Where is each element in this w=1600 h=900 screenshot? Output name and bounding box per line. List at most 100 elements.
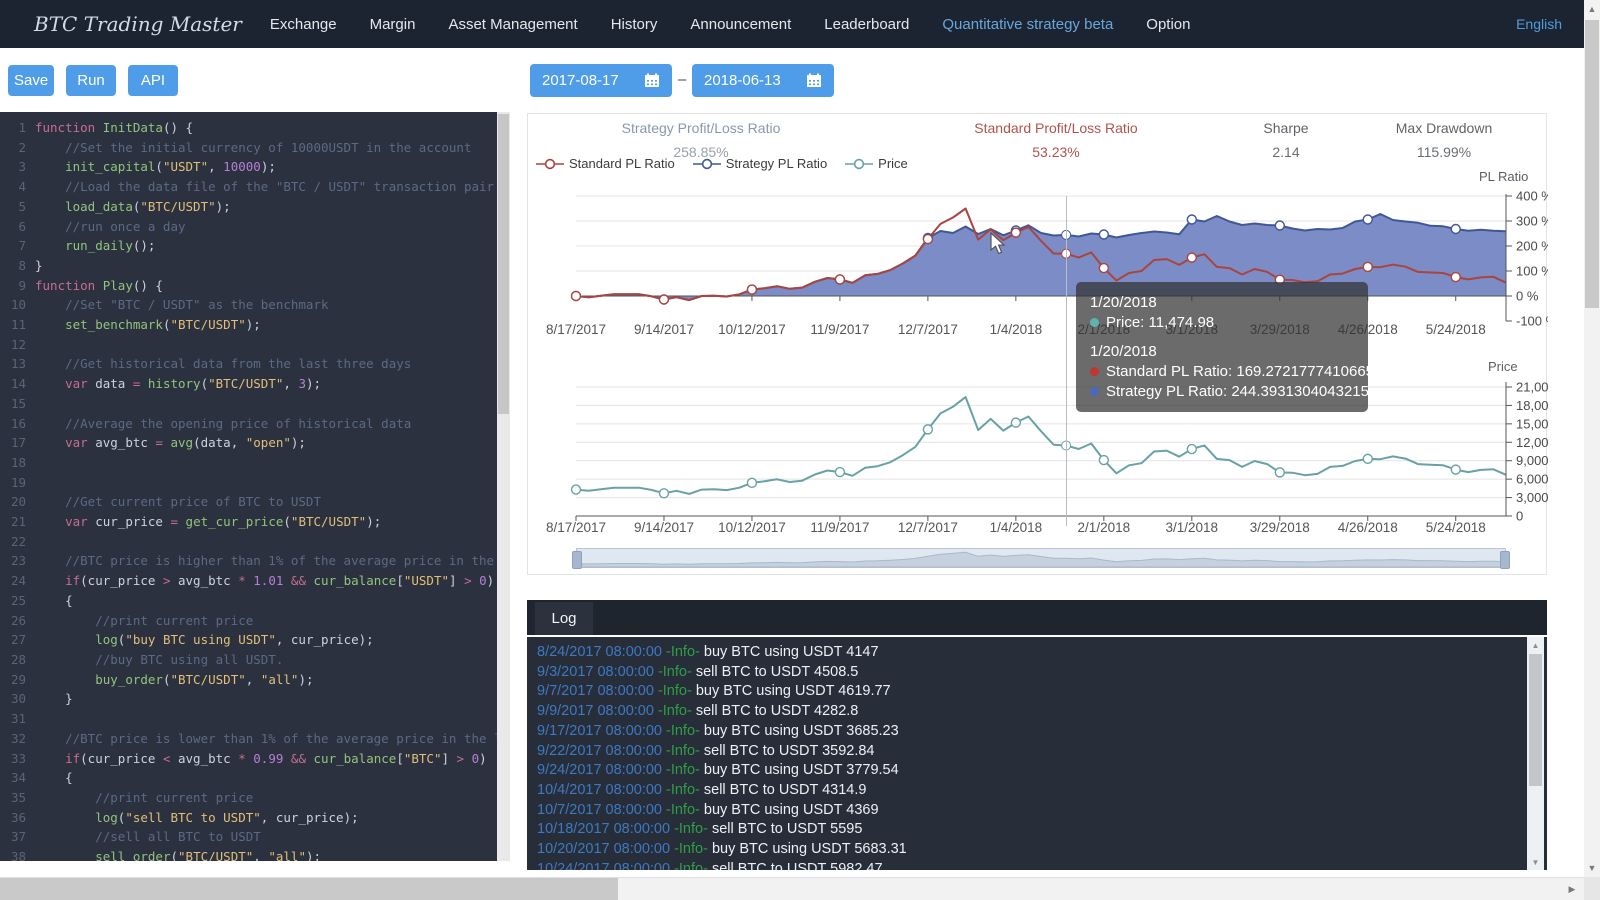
start-date-picker[interactable]: 2017-08-17 bbox=[530, 64, 672, 97]
line-number: 7 bbox=[0, 236, 26, 256]
line-number: 11 bbox=[0, 315, 26, 335]
legend-item-standard-pl-ratio[interactable]: Standard PL Ratio bbox=[536, 156, 675, 171]
log-scrollbar-thumb[interactable] bbox=[1529, 654, 1542, 786]
top-navbar: BTC Trading Master Exchange Margin Asset M… bbox=[0, 0, 1600, 48]
end-date-picker[interactable]: 2018-06-13 bbox=[692, 64, 834, 97]
log-tab-strip: Log bbox=[527, 600, 1547, 637]
scroll-down-icon[interactable]: ▼ bbox=[1584, 860, 1600, 876]
line-number: 8 bbox=[0, 256, 26, 276]
nav-item-history[interactable]: History bbox=[611, 16, 658, 33]
svg-text:3,000: 3,000 bbox=[1516, 490, 1548, 505]
code-line: 23 //BTC price is higher than 1% of the … bbox=[0, 551, 497, 571]
line-number: 29 bbox=[0, 670, 26, 690]
code-editor[interactable]: 1function InitData() {2 //Set the initia… bbox=[0, 112, 497, 861]
line-number: 16 bbox=[0, 414, 26, 434]
code-line: 25 { bbox=[0, 591, 497, 611]
legend-item-strategy-pl-ratio[interactable]: Strategy PL Ratio bbox=[693, 156, 827, 171]
code-line: 30 } bbox=[0, 689, 497, 709]
log-row: 9/9/2017 08:00:00 -Info- sell BTC to USD… bbox=[537, 702, 1517, 722]
line-number: 10 bbox=[0, 295, 26, 315]
nav-menu: Exchange Margin Asset Management History Ann… bbox=[270, 16, 1191, 33]
log-panel: Log 8/24/2017 08:00:00 -Info- buy BTC us… bbox=[527, 600, 1547, 870]
code-line: 28 //buy BTC using all USDT. bbox=[0, 650, 497, 670]
svg-text:21,000: 21,000 bbox=[1516, 380, 1548, 395]
line-number: 5 bbox=[0, 197, 26, 217]
log-row: 9/17/2017 08:00:00 -Info- buy BTC using … bbox=[537, 722, 1517, 742]
line-number: 19 bbox=[0, 473, 26, 493]
scroll-up-icon[interactable]: ▲ bbox=[1584, 1, 1600, 17]
log-scroll-up-icon[interactable]: ▲ bbox=[1527, 638, 1544, 652]
log-row: 10/4/2017 08:00:00 -Info- sell BTC to US… bbox=[537, 781, 1517, 801]
editor-scrollbar-thumb[interactable] bbox=[498, 114, 509, 414]
tooltip-date-2: 1/20/2018 bbox=[1090, 343, 1354, 360]
scroll-right-icon[interactable]: ▶ bbox=[1562, 878, 1582, 900]
line-number: 17 bbox=[0, 433, 26, 453]
nav-item-leaderboard[interactable]: Leaderboard bbox=[824, 16, 909, 33]
svg-text:12/7/2017: 12/7/2017 bbox=[898, 322, 958, 337]
svg-text:18,000: 18,000 bbox=[1516, 398, 1548, 413]
svg-text:300 %: 300 % bbox=[1516, 214, 1548, 229]
data-zoom-left-handle[interactable] bbox=[572, 551, 582, 569]
data-zoom-slider[interactable] bbox=[576, 548, 1506, 570]
nav-item-exchange[interactable]: Exchange bbox=[270, 16, 337, 33]
code-line: 20 //Get current price of BTC to USDT bbox=[0, 492, 497, 512]
code-line: 32 //BTC price is lower than 1% of the a… bbox=[0, 729, 497, 749]
stat-standard-profit-loss-ratio: Standard Profit/Loss Ratio53.23% bbox=[974, 120, 1137, 160]
code-line: 26 //print current price bbox=[0, 611, 497, 631]
code-line: 9function Play() { bbox=[0, 276, 497, 296]
legend-item-price[interactable]: Price bbox=[845, 156, 908, 171]
nav-item-asset-management[interactable]: Asset Management bbox=[448, 16, 577, 33]
svg-text:12,000: 12,000 bbox=[1516, 435, 1548, 450]
code-line: 10 //Set "BTC / USDT" as the benchmark bbox=[0, 295, 497, 315]
api-button[interactable]: API bbox=[128, 65, 178, 96]
pl-ratio-chart[interactable]: 400 %300 %200 %100 %0 %-100 %8/17/20179/… bbox=[528, 184, 1548, 349]
svg-text:3/29/2018: 3/29/2018 bbox=[1250, 520, 1310, 535]
price-series-dot-icon bbox=[1090, 318, 1099, 327]
svg-text:8/17/2017: 8/17/2017 bbox=[546, 322, 606, 337]
line-number: 27 bbox=[0, 630, 26, 650]
svg-text:9/14/2017: 9/14/2017 bbox=[634, 322, 694, 337]
line-number: 6 bbox=[0, 217, 26, 237]
code-line: 16 //Average the opening price of histor… bbox=[0, 414, 497, 434]
vertical-scrollbar-thumb[interactable] bbox=[1585, 20, 1599, 308]
nav-item-option[interactable]: Option bbox=[1146, 16, 1190, 33]
code-line: 31 bbox=[0, 709, 497, 729]
line-number: 26 bbox=[0, 611, 26, 631]
window-vertical-scrollbar[interactable]: ▲ ▼ bbox=[1584, 0, 1600, 877]
log-tab[interactable]: Log bbox=[535, 602, 593, 635]
svg-text:2/1/2018: 2/1/2018 bbox=[1078, 520, 1131, 535]
window-horizontal-scrollbar[interactable]: ▶ bbox=[0, 877, 1584, 900]
save-button[interactable]: Save bbox=[8, 65, 54, 96]
code-line: 4 //Load the data file of the "BTC / USD… bbox=[0, 177, 497, 197]
line-number: 32 bbox=[0, 729, 26, 749]
brand-logo: BTC Trading Master bbox=[34, 12, 242, 36]
run-button[interactable]: Run bbox=[66, 65, 116, 96]
svg-text:400 %: 400 % bbox=[1516, 189, 1548, 204]
line-number: 9 bbox=[0, 276, 26, 296]
chart-tooltip: 1/20/2018 Price: 11,474.98 1/20/2018 Sta… bbox=[1076, 282, 1368, 412]
line-number: 1 bbox=[0, 118, 26, 138]
svg-text:11/9/2017: 11/9/2017 bbox=[810, 322, 869, 337]
nav-item-quantitative-strategy-beta[interactable]: Quantitative strategy beta bbox=[942, 16, 1113, 33]
line-number: 23 bbox=[0, 551, 26, 571]
svg-text:6,000: 6,000 bbox=[1516, 472, 1548, 487]
stat-sharpe: Sharpe2.14 bbox=[1263, 120, 1308, 160]
svg-text:200 %: 200 % bbox=[1516, 239, 1548, 254]
line-number: 37 bbox=[0, 827, 26, 847]
editor-scrollbar[interactable] bbox=[497, 112, 510, 861]
log-scrollbar[interactable]: ▲ ▼ bbox=[1527, 637, 1544, 870]
line-number: 25 bbox=[0, 591, 26, 611]
code-line: 27 log("buy BTC using USDT", cur_price); bbox=[0, 630, 497, 650]
svg-text:4/26/2018: 4/26/2018 bbox=[1338, 520, 1398, 535]
line-number: 15 bbox=[0, 394, 26, 414]
data-zoom-right-handle[interactable] bbox=[1500, 551, 1510, 569]
nav-item-margin[interactable]: Margin bbox=[370, 16, 416, 33]
svg-text:15,000: 15,000 bbox=[1516, 416, 1548, 431]
log-scroll-down-icon[interactable]: ▼ bbox=[1527, 855, 1544, 869]
nav-item-announcement[interactable]: Announcement bbox=[690, 16, 791, 33]
log-row: 9/24/2017 08:00:00 -Info- buy BTC using … bbox=[537, 761, 1517, 781]
price-chart[interactable]: 21,00018,00015,00012,0009,0006,0003,0000… bbox=[528, 354, 1548, 546]
language-switch[interactable]: English bbox=[1516, 16, 1562, 32]
horizontal-scrollbar-thumb[interactable] bbox=[0, 878, 618, 900]
line-number: 14 bbox=[0, 374, 26, 394]
